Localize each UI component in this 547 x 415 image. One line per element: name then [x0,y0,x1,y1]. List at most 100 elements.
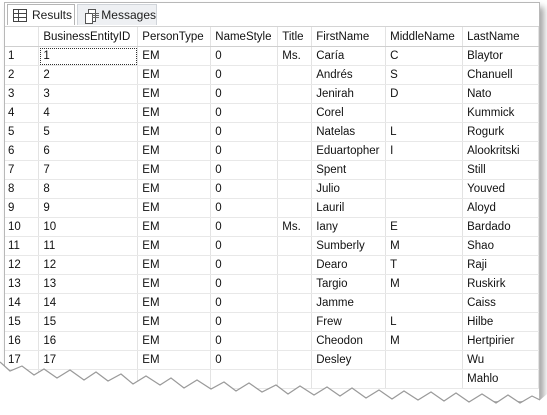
grid-cell[interactable] [277,350,313,370]
grid-cell[interactable] [277,255,313,275]
table-row[interactable]: 10 10 EM 0 Ms. Iany E Bardado [5,217,539,237]
grid-cell[interactable]: 0 [210,198,279,218]
grid-cell[interactable] [277,198,313,218]
grid-cell[interactable]: Desley [311,350,387,370]
table-row[interactable]: 12 12 EM 0 Dearo T Raji [5,255,539,275]
grid-cell[interactable]: 13 [38,274,139,294]
table-row[interactable]: 5 5 EM 0 Natelas L Rogurk [5,122,539,142]
grid-cell[interactable]: Chanuell [462,65,539,85]
grid-cell[interactable]: 0 [210,217,279,237]
grid-cell[interactable]: Frew [311,312,387,332]
grid-cell[interactable]: Eduartopher [311,141,387,161]
grid-cell[interactable]: EM [137,84,212,104]
row-number[interactable]: 3 [5,84,40,104]
grid-cell[interactable]: 15 [38,312,139,332]
row-number[interactable]: 10 [5,217,40,237]
row-number[interactable]: 14 [5,293,40,313]
grid-cell[interactable]: Julio [311,179,387,199]
grid-cell[interactable] [277,369,313,389]
grid-cell[interactable]: Cheodon [311,331,387,351]
table-row[interactable]: 17 17 EM 0 Desley Wu [5,350,539,370]
corner-header[interactable] [5,27,40,47]
results-grid[interactable]: BusinessEntityID PersonType NameStyle Title… [5,27,539,401]
column-header[interactable]: FirstName [311,27,387,47]
grid-cell[interactable]: EM [137,46,212,66]
grid-cell[interactable] [277,160,313,180]
grid-cell[interactable]: Hertpirier [462,331,539,351]
table-row[interactable]: Mahlo [5,369,539,389]
grid-cell[interactable]: Raji [462,255,539,275]
grid-cell[interactable]: 0 [210,293,279,313]
grid-cell[interactable]: Targio [311,274,387,294]
grid-cell[interactable]: EM [137,293,212,313]
grid-cell[interactable]: 5 [38,122,139,142]
grid-cell[interactable]: Wu [462,350,539,370]
grid-cell[interactable]: Shao [462,236,539,256]
table-row[interactable]: 1 1 EM 0 Ms. Caría C Blaytor [5,46,539,66]
grid-cell[interactable]: 4 [38,103,139,123]
column-header[interactable]: Title [277,27,313,47]
grid-cell[interactable] [277,312,313,332]
grid-cell[interactable]: C [385,46,464,66]
grid-cell[interactable]: Aloyd [462,198,539,218]
table-row[interactable]: 15 15 EM 0 Frew L Hilbe [5,312,539,332]
grid-cell[interactable]: Iany [311,217,387,237]
grid-cell[interactable] [137,369,212,389]
grid-cell[interactable]: L [385,312,464,332]
row-number[interactable]: 9 [5,198,40,218]
grid-cell[interactable] [385,369,464,389]
grid-cell[interactable]: 0 [210,236,279,256]
grid-cell[interactable]: Ruskirk [462,274,539,294]
grid-cell[interactable]: 0 [210,65,279,85]
grid-cell[interactable]: Mahlo [462,369,539,389]
grid-cell[interactable]: Rogurk [462,122,539,142]
grid-cell[interactable]: 0 [210,274,279,294]
row-number[interactable] [5,369,40,389]
table-row[interactable]: 13 13 EM 0 Targio M Ruskirk [5,274,539,294]
grid-cell[interactable]: 1 [38,46,139,66]
row-number[interactable]: 16 [5,331,40,351]
table-row[interactable]: 9 9 EM 0 Lauril Aloyd [5,198,539,218]
grid-cell[interactable]: 0 [210,331,279,351]
grid-cell[interactable]: Sumberly [311,236,387,256]
row-number[interactable]: 8 [5,179,40,199]
grid-cell[interactable]: 0 [210,255,279,275]
grid-cell[interactable] [311,369,387,389]
grid-cell[interactable] [277,65,313,85]
grid-cell[interactable]: I [385,141,464,161]
grid-cell[interactable]: Andrés [311,65,387,85]
grid-cell[interactable] [277,141,313,161]
grid-cell[interactable]: Ms. [277,217,313,237]
grid-cell[interactable]: M [385,331,464,351]
grid-cell[interactable]: EM [137,350,212,370]
grid-cell[interactable]: D [385,84,464,104]
grid-cell[interactable] [385,160,464,180]
grid-cell[interactable]: M [385,274,464,294]
grid-cell[interactable]: 0 [210,103,279,123]
grid-cell[interactable]: 0 [210,350,279,370]
grid-cell[interactable] [210,369,279,389]
table-row[interactable]: 4 4 EM 0 Corel Kummick [5,103,539,123]
grid-cell[interactable]: EM [137,331,212,351]
grid-cell[interactable]: 17 [38,350,139,370]
row-number[interactable]: 12 [5,255,40,275]
grid-cell[interactable]: Ms. [277,46,313,66]
row-number[interactable]: 5 [5,122,40,142]
row-number[interactable]: 6 [5,141,40,161]
grid-cell[interactable]: EM [137,255,212,275]
row-number[interactable]: 7 [5,160,40,180]
grid-cell[interactable]: 7 [38,160,139,180]
grid-cell[interactable]: EM [137,312,212,332]
grid-cell[interactable] [277,293,313,313]
grid-cell[interactable]: EM [137,236,212,256]
grid-cell[interactable]: 0 [210,160,279,180]
grid-cell[interactable]: T [385,255,464,275]
grid-cell[interactable]: Dearo [311,255,387,275]
grid-cell[interactable]: Kummick [462,103,539,123]
row-number[interactable]: 15 [5,312,40,332]
row-number[interactable]: 13 [5,274,40,294]
column-header[interactable]: NameStyle [210,27,279,47]
grid-cell[interactable]: EM [137,160,212,180]
grid-cell[interactable]: EM [137,141,212,161]
grid-cell[interactable] [277,274,313,294]
